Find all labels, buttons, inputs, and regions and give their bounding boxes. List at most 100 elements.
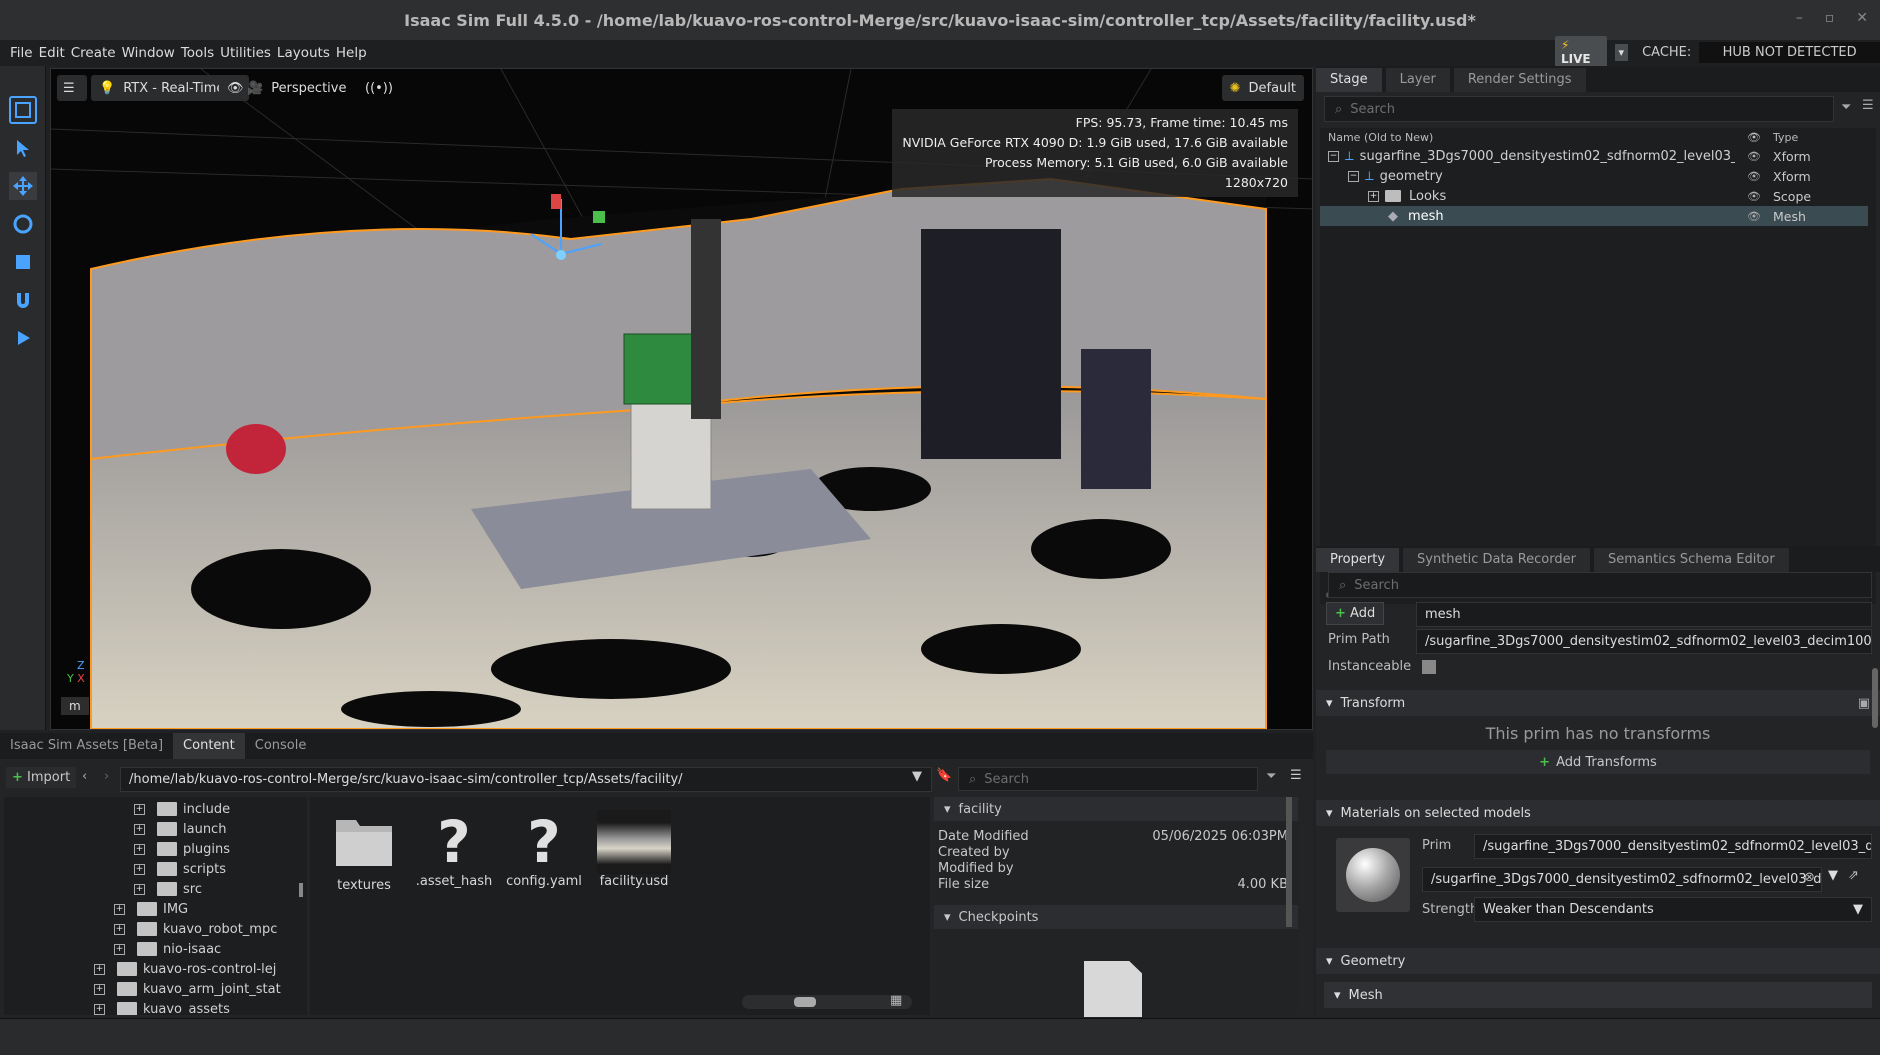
expand-icon[interactable]: + xyxy=(134,863,145,875)
folder-tree-item[interactable]: + plugins xyxy=(134,839,230,859)
mesh-section[interactable]: ▾ Mesh xyxy=(1324,982,1872,1008)
tab-layer[interactable]: Layer xyxy=(1385,68,1450,92)
folder-tree-item[interactable]: + kuavo_assets xyxy=(94,999,230,1015)
renderer-button[interactable]: 💡 RTX - Real-Time xyxy=(91,75,233,101)
file-facility-usd[interactable]: facility.usd xyxy=(594,810,674,889)
expand-icon[interactable]: + xyxy=(94,1003,105,1015)
menu-layouts[interactable]: Layouts xyxy=(277,45,336,61)
zoom-slider[interactable] xyxy=(794,997,816,1007)
maximize-icon[interactable]: ▫ xyxy=(1825,10,1835,26)
camera-button[interactable]: 🎥 Perspective xyxy=(239,75,354,101)
instanceable-checkbox[interactable] xyxy=(1422,660,1436,674)
menu-help[interactable]: Help xyxy=(336,45,373,61)
move-icon[interactable] xyxy=(9,172,37,200)
menu-window[interactable]: Window xyxy=(122,45,181,61)
grid-scroll[interactable] xyxy=(742,995,912,1009)
menu-icon[interactable]: ☰ xyxy=(1290,768,1302,783)
tab-semantics-schema-editor[interactable]: Semantics Schema Editor xyxy=(1593,548,1789,572)
audio-button[interactable]: ((•)) xyxy=(357,75,401,101)
share-icon[interactable]: ⇗ xyxy=(1848,868,1859,883)
expand-icon[interactable]: + xyxy=(1368,190,1379,202)
visibility-icon[interactable]: 👁 xyxy=(1747,210,1761,223)
tab-console[interactable]: Console xyxy=(245,733,317,759)
viewport-settings-button[interactable]: ☰ xyxy=(57,75,87,101)
expand-icon[interactable]: + xyxy=(134,843,145,855)
strength-select[interactable]: Weaker than Descendants ▼ xyxy=(1474,897,1872,922)
visibility-icon[interactable]: 👁 xyxy=(1747,170,1761,183)
materials-section[interactable]: ▾ Materials on selected models xyxy=(1316,800,1880,826)
details-scrollbar[interactable] xyxy=(1286,797,1292,927)
visibility-icon[interactable]: 👁 xyxy=(1747,150,1761,163)
path-dropdown-icon[interactable]: ▼ xyxy=(912,769,922,784)
stage-search[interactable]: ⌕ Search xyxy=(1324,96,1834,122)
select-icon[interactable] xyxy=(9,96,37,124)
play-icon[interactable] xyxy=(9,324,37,352)
dropdown-icon[interactable]: ▼ xyxy=(1828,868,1838,883)
minimize-icon[interactable]: – xyxy=(1796,10,1803,26)
folder-tree-item[interactable]: + include xyxy=(134,799,230,819)
tab-isaac-sim-assets[interactable]: Isaac Sim Assets [Beta] xyxy=(0,733,173,759)
tree-row-mesh[interactable]: ◆ mesh 👁 Mesh xyxy=(1320,206,1868,226)
expand-icon[interactable]: + xyxy=(134,803,145,815)
folder-tree-item[interactable]: + kuavo-ros-control-lej xyxy=(94,959,276,979)
content-search[interactable]: ⌕ Search xyxy=(958,767,1258,791)
prim-path-field[interactable]: /sugarfine_3Dgs7000_densityestim02_sdfno… xyxy=(1416,629,1872,654)
path-field[interactable]: /home/lab/kuavo-ros-control-Merge/src/ku… xyxy=(120,767,932,792)
expand-icon[interactable]: + xyxy=(114,903,125,915)
folder-tree-item[interactable]: + kuavo_arm_joint_stat xyxy=(94,979,281,999)
tree-row-looks[interactable]: + Looks 👁 Scope xyxy=(1320,186,1860,206)
expand-icon[interactable]: + xyxy=(94,983,105,995)
tree-row-geometry[interactable]: − ⟂ geometry 👁 Xform xyxy=(1320,166,1860,186)
expand-icon[interactable]: + xyxy=(134,823,145,835)
menu-icon[interactable]: ☰ xyxy=(1862,98,1874,113)
viewport[interactable]: ☰ 💡 RTX - Real-Time 👁 🎥 Perspective ((•)) … xyxy=(50,68,1313,730)
folder-tree-item[interactable]: + launch xyxy=(134,819,226,839)
collapse-icon[interactable]: − xyxy=(1348,170,1359,182)
folder-tree-item[interactable]: + scripts xyxy=(134,859,226,879)
property-scrollbar[interactable] xyxy=(1872,668,1878,728)
material-prim-field[interactable]: /sugarfine_3Dgs7000_densityestim02_sdfno… xyxy=(1474,834,1872,859)
tab-content[interactable]: Content xyxy=(173,733,245,759)
checkpoints-header[interactable]: ▾ Checkpoints xyxy=(934,905,1298,929)
tab-property[interactable]: Property xyxy=(1316,548,1400,572)
back-icon[interactable]: ‹ xyxy=(82,769,87,784)
close-icon[interactable]: ✕ xyxy=(1856,10,1868,26)
prim-name-field[interactable]: mesh xyxy=(1416,602,1872,627)
add-button[interactable]: + Add xyxy=(1326,602,1385,625)
filter-icon[interactable]: ⏷ xyxy=(1266,769,1276,784)
add-transforms-button[interactable]: + Add Transforms xyxy=(1326,750,1870,774)
menu-tools[interactable]: Tools xyxy=(181,45,220,61)
property-search[interactable]: ⌕ Search xyxy=(1328,572,1872,598)
folder-tree-item[interactable]: + IMG xyxy=(114,899,188,919)
transform-options-icon[interactable]: ▣ xyxy=(1858,696,1870,711)
file-config-yaml[interactable]: ? config.yaml xyxy=(504,810,584,889)
expand-icon[interactable]: + xyxy=(94,963,105,975)
expand-icon[interactable]: + xyxy=(114,923,125,935)
scale-icon[interactable] xyxy=(9,248,37,276)
clear-icon[interactable]: ⊗ xyxy=(1804,870,1815,885)
tab-stage[interactable]: Stage xyxy=(1316,68,1382,92)
menu-utilities[interactable]: Utilities xyxy=(220,45,277,61)
import-button[interactable]: + Import xyxy=(6,767,77,788)
grid-view-icon[interactable]: ▦ xyxy=(890,993,902,1008)
file-textures[interactable]: textures xyxy=(324,810,404,893)
tree-row-root[interactable]: − ⟂ sugarfine_3Dgs7000_densityestim02_sd… xyxy=(1320,146,1860,166)
tree-scrollbar[interactable] xyxy=(299,883,303,897)
geometry-section[interactable]: ▾ Geometry xyxy=(1316,948,1880,974)
tab-render-settings[interactable]: Render Settings xyxy=(1453,68,1586,92)
file-asset-hash[interactable]: ? .asset_hash xyxy=(414,810,494,889)
collapse-icon[interactable]: − xyxy=(1328,150,1339,162)
filter-icon[interactable]: ⏷ xyxy=(1841,100,1851,115)
folder-tree-item[interactable]: + src xyxy=(134,879,202,899)
rotate-icon[interactable] xyxy=(9,210,37,238)
lighting-button[interactable]: ✺ Default xyxy=(1221,75,1304,101)
transform-section[interactable]: ▾ Transform ▣ xyxy=(1316,690,1880,716)
live-dropdown[interactable]: ▾ xyxy=(1614,43,1629,61)
menu-edit[interactable]: Edit xyxy=(39,45,71,61)
snap-icon[interactable] xyxy=(9,286,37,314)
details-header[interactable]: ▾ facility xyxy=(934,797,1298,821)
pointer-icon[interactable] xyxy=(9,134,37,162)
folder-tree-item[interactable]: + kuavo_robot_mpc xyxy=(114,919,277,939)
bookmark-icon[interactable]: 🔖 xyxy=(936,768,952,783)
visibility-icon[interactable]: 👁 xyxy=(1747,190,1761,203)
